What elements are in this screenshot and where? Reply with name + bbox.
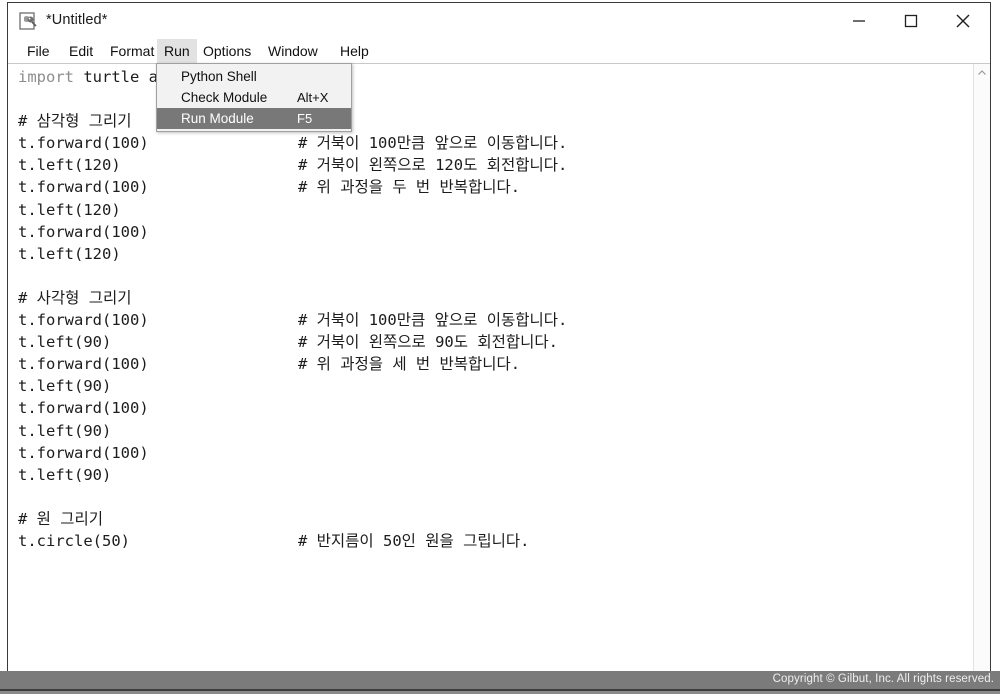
menu-item-python-shell[interactable]: Python Shell — [157, 66, 351, 87]
code-line: t.left(90) # 거북이 왼쪽으로 90도 회전합니다. — [18, 333, 558, 352]
maximize-icon — [904, 14, 918, 28]
menu-item-shortcut: F5 — [297, 111, 313, 126]
code-line: t.left(90) — [18, 421, 112, 440]
code-line: # 사각형 그리기 — [18, 288, 132, 307]
code-line: t.forward(100) # 위 과정을 세 번 반복합니다. — [18, 355, 521, 374]
footer-bar: Copyright © Gilbut, Inc. All rights rese… — [0, 671, 1000, 694]
code-text: import turtle as t # 삼각형 그리기 t.forward(10… — [18, 66, 567, 552]
title-bar: *Untitled* — [8, 3, 990, 39]
menu-item-label: Python Shell — [181, 69, 257, 84]
menu-options[interactable]: Options — [196, 39, 258, 63]
menu-window[interactable]: Window — [261, 39, 325, 63]
footer-inner: Copyright © Gilbut, Inc. All rights rese… — [7, 671, 1000, 689]
copyright-text: Copyright © Gilbut, Inc. All rights rese… — [772, 673, 994, 685]
menu-file[interactable]: File — [20, 39, 57, 63]
code-keyword: import — [18, 68, 74, 86]
code-line: t.left(120) — [18, 200, 121, 219]
close-button[interactable] — [940, 3, 986, 39]
close-icon — [956, 14, 970, 28]
menu-bar: File Edit Format Run Options Window Help — [8, 39, 990, 63]
minimize-icon — [853, 20, 865, 22]
chevron-up-icon — [978, 69, 986, 75]
code-line: t.left(90) — [18, 377, 112, 396]
menu-help[interactable]: Help — [333, 39, 376, 63]
code-line: t.forward(100) # 위 과정을 두 번 반복합니다. — [18, 178, 521, 197]
menu-item-label: Check Module — [181, 90, 268, 105]
run-menu-dropdown[interactable]: Python Shell Check Module Alt+X Run Module F… — [156, 63, 352, 132]
python-idle-icon — [19, 11, 39, 31]
menu-item-run-module[interactable]: Run Module F5 — [157, 108, 351, 129]
maximize-button[interactable] — [888, 3, 934, 39]
code-line: t.forward(100) — [18, 399, 149, 418]
scroll-up-button[interactable] — [974, 64, 990, 81]
code-line: t.left(120) # 거북이 왼쪽으로 120도 회전합니다. — [18, 156, 568, 175]
code-line: t.forward(100) # 거북이 100만큼 앞으로 이동합니다. — [18, 311, 568, 330]
code-line: t.forward(100) — [18, 443, 149, 462]
code-line: t.left(90) — [18, 465, 112, 484]
menu-run[interactable]: Run — [157, 39, 197, 63]
window-title: *Untitled* — [46, 12, 108, 28]
code-line: t.left(120) — [18, 244, 121, 263]
idle-editor-window: *Untitled* File Edit Format Run Options Windo… — [7, 2, 991, 672]
vertical-scrollbar[interactable] — [973, 64, 990, 671]
code-line: t.forward(100) — [18, 222, 149, 241]
code-line: t.circle(50) # 반지름이 50인 원을 그립니다. — [18, 531, 530, 550]
code-line: # 원 그리기 — [18, 509, 104, 528]
menu-format[interactable]: Format — [103, 39, 161, 63]
minimize-button[interactable] — [836, 3, 882, 39]
code-editor-area[interactable]: import turtle as t # 삼각형 그리기 t.forward(10… — [9, 64, 990, 671]
menu-item-shortcut: Alt+X — [297, 90, 329, 105]
code-line: t.forward(100) # 거북이 100만큼 앞으로 이동합니다. — [18, 134, 568, 153]
menu-item-check-module[interactable]: Check Module Alt+X — [157, 87, 351, 108]
menu-edit[interactable]: Edit — [62, 39, 100, 63]
menu-item-label: Run Module — [181, 111, 254, 126]
